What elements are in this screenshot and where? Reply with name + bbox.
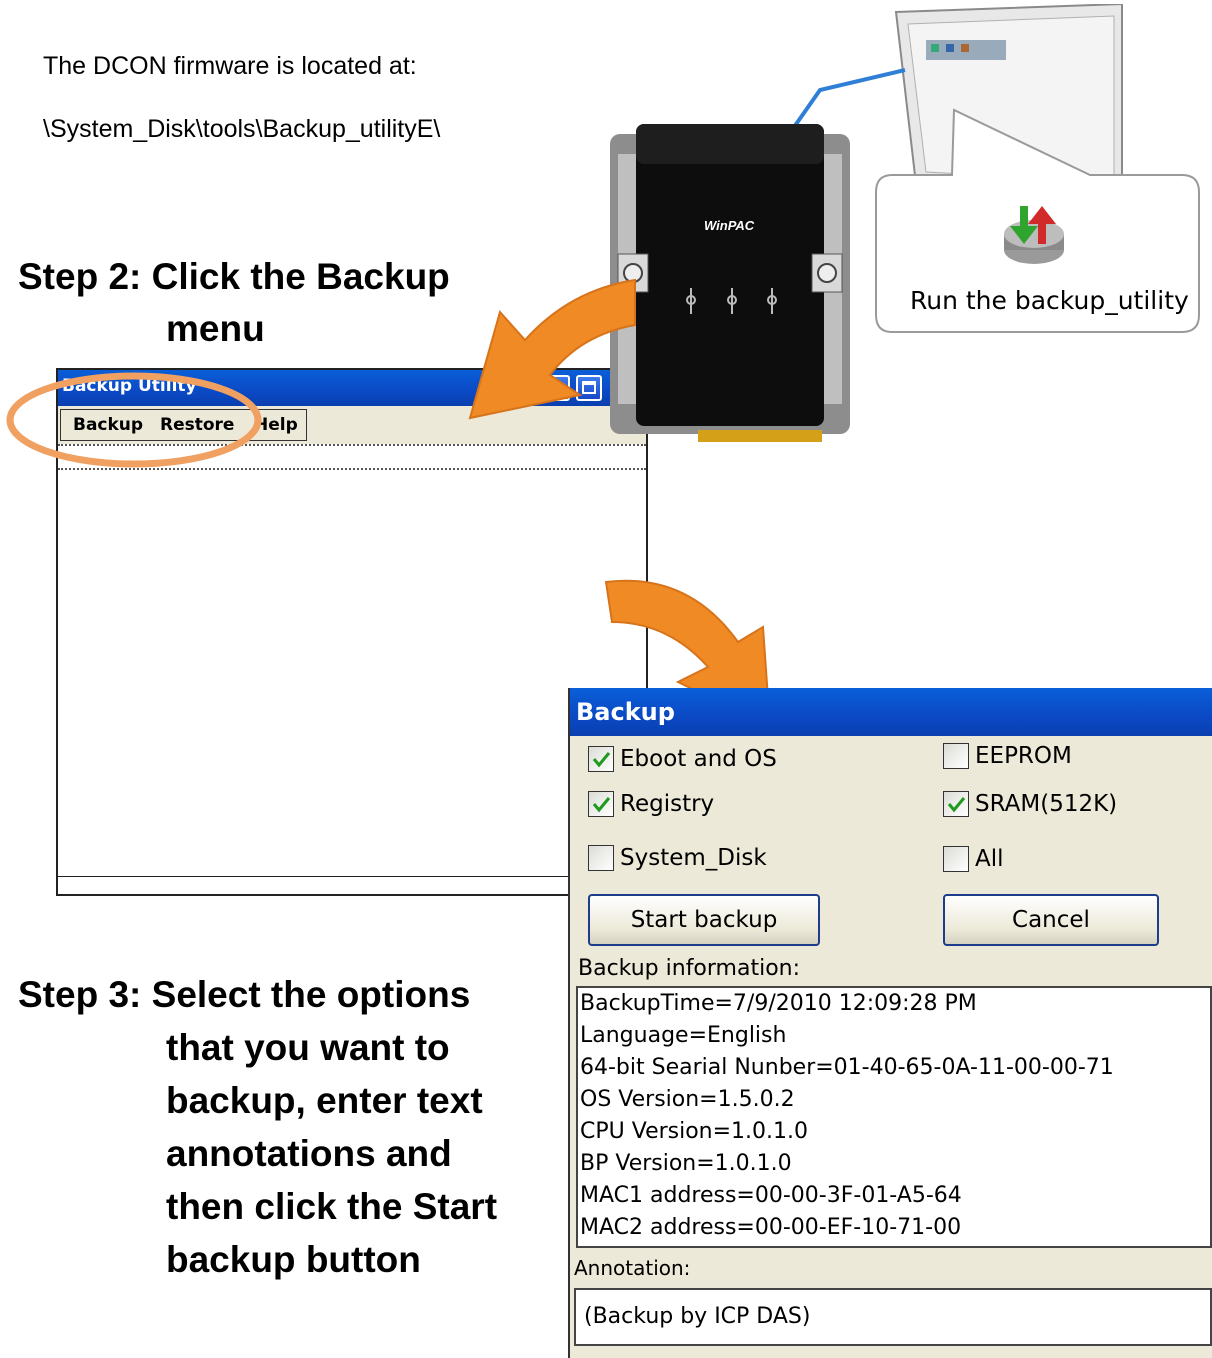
backup-dialog: Backup Eboot and OS EEPROM Registry SRAM… (568, 688, 1212, 1358)
info-line: Language=English (580, 1023, 787, 1048)
backup-utility-icon (1000, 200, 1068, 268)
menu-highlight-ring (6, 372, 262, 468)
option-eeprom[interactable]: EEPROM (943, 743, 1072, 769)
backup-info-box: BackupTime=7/9/2010 12:09:28 PM Language… (576, 986, 1212, 1248)
option-label: SRAM(512K) (975, 791, 1118, 817)
step2-heading-cont: menu (166, 308, 265, 349)
utility-status-line (58, 876, 646, 877)
option-eboot-os[interactable]: Eboot and OS (588, 746, 777, 772)
utility-content-area (58, 470, 646, 894)
option-registry[interactable]: Registry (588, 791, 714, 817)
checkbox-eboot-os[interactable] (588, 746, 614, 772)
step3-line2: that you want to (166, 1027, 450, 1068)
firmware-location-label: The DCON firmware is located at: (43, 52, 417, 80)
option-label: Registry (620, 791, 715, 817)
step3-line3: backup, enter text (166, 1080, 483, 1121)
option-label: System_Disk (620, 845, 767, 871)
checkbox-eeprom[interactable] (943, 743, 969, 769)
cancel-button[interactable]: Cancel (943, 894, 1159, 946)
checkbox-sram[interactable] (943, 791, 969, 817)
option-label: Eboot and OS (620, 746, 777, 772)
step2-heading: Step 2: Click the Backup (18, 256, 450, 297)
info-line: MAC2 address=00-00-EF-10-71-00 (580, 1215, 962, 1240)
checkbox-registry[interactable] (588, 791, 614, 817)
checkbox-system-disk[interactable] (588, 845, 614, 871)
option-sram[interactable]: SRAM(512K) (943, 791, 1117, 817)
checkbox-all[interactable] (943, 846, 969, 872)
step3-heading: Step 3: Select the options (18, 974, 471, 1015)
firmware-path: \System_Disk\tools\Backup_utilityE\ (43, 115, 441, 143)
callout-label: Run the backup_utility (910, 286, 1189, 315)
info-line: MAC1 address=00-00-3F-01-A5-64 (580, 1183, 962, 1208)
info-line: CPU Version=1.0.1.0 (580, 1119, 809, 1144)
step3-line4: annotations and (166, 1133, 452, 1174)
backup-info-label: Backup information: (578, 956, 801, 981)
winpac-logo: WinPAC (704, 218, 755, 233)
step3-line5: then click the Start (166, 1186, 498, 1227)
start-backup-button[interactable]: Start backup (588, 894, 820, 946)
annotation-input[interactable]: (Backup by ICP DAS) (574, 1288, 1212, 1346)
option-system-disk[interactable]: System_Disk (588, 845, 767, 871)
option-label: All (975, 846, 1004, 872)
arrow-to-menu (468, 278, 636, 420)
option-label: EEPROM (975, 743, 1072, 769)
info-line: OS Version=1.5.0.2 (580, 1087, 795, 1112)
dialog-titlebar: Backup (570, 688, 1212, 736)
annotation-label: Annotation: (574, 1256, 691, 1280)
winpac-device: WinPAC (608, 124, 852, 454)
info-line: 64-bit Searial Nunber=01-40-65-0A-11-00-… (580, 1055, 1114, 1080)
option-all[interactable]: All (943, 846, 1004, 872)
info-line: BP Version=1.0.1.0 (580, 1151, 792, 1176)
step3-line6: backup button (166, 1239, 421, 1280)
dialog-title: Backup (576, 698, 675, 726)
callout-bubble: Run the backup_utility (872, 90, 1204, 335)
info-line: BackupTime=7/9/2010 12:09:28 PM (580, 991, 977, 1016)
